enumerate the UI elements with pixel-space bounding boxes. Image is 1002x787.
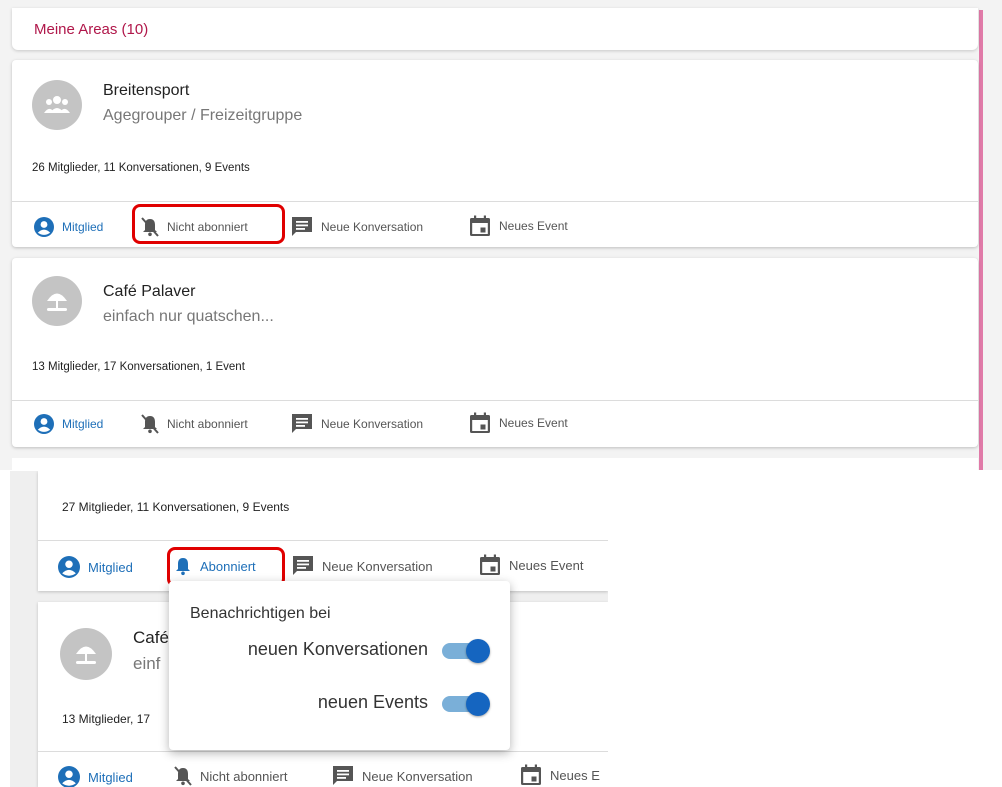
- new-conversation-label: Neue Konversation: [322, 558, 433, 574]
- subscription-highlight: [132, 204, 285, 244]
- card-divider: [38, 540, 608, 541]
- notifications-off-icon: [141, 414, 159, 434]
- subscription-label: Nicht abonniert: [200, 768, 288, 784]
- new-conversation-label: Neue Konversation: [362, 768, 473, 784]
- area-stats: 27 Mitglieder, 11 Konversationen, 9 Even…: [62, 500, 290, 514]
- message-icon: [292, 555, 314, 577]
- popup-title: Benachrichtigen bei: [190, 605, 331, 622]
- area-title[interactable]: Breitensport: [103, 82, 189, 100]
- new-event-label: Neues Event: [499, 416, 568, 430]
- account-circle-icon: [58, 766, 80, 787]
- new-conversation-button[interactable]: Neue Konversation: [332, 765, 473, 787]
- new-conversation-label: Neue Konversation: [321, 417, 424, 431]
- area-card-partial: [12, 458, 978, 470]
- new-event-label: Neues Event: [509, 557, 584, 573]
- new-event-button[interactable]: Neues E: [520, 764, 600, 786]
- toggle-label: neuen Konversationen: [247, 639, 428, 659]
- subscription-button[interactable]: Nicht abonniert: [174, 766, 287, 786]
- area-stats: 13 Mitglieder, 17 Konversationen, 1 Even…: [32, 361, 245, 373]
- message-icon: [291, 216, 313, 238]
- new-event-button[interactable]: Neues Event: [469, 412, 568, 434]
- member-button[interactable]: Mitglied: [58, 766, 133, 787]
- toggle-knob: [466, 691, 490, 716]
- toggle-row-conversations: neuen Konversationen: [247, 638, 490, 663]
- member-label: Mitglied: [88, 559, 133, 575]
- events-toggle[interactable]: [440, 691, 490, 716]
- calendar-icon: [469, 412, 491, 434]
- area-actions: Mitglied Nicht abonniert Neue Konversati…: [12, 401, 978, 447]
- scroll-indicator: [979, 10, 983, 470]
- zoom-area-card[interactable]: 27 Mitglieder, 11 Konversationen, 9 Even…: [38, 471, 608, 591]
- toggle-row-events: neuen Events: [317, 691, 490, 716]
- new-event-button[interactable]: Neues Event: [479, 554, 583, 576]
- toggle-knob: [466, 638, 490, 663]
- member-label: Mitglied: [62, 417, 104, 431]
- area-card-cafe-palaver[interactable]: Café Palaver einfach nur quatschen... 13…: [12, 258, 978, 447]
- toggle-label: neuen Events: [317, 692, 428, 712]
- member-button[interactable]: Mitglied: [34, 414, 103, 434]
- new-conversation-button[interactable]: Neue Konversation: [291, 413, 423, 435]
- area-subtitle: einfach nur quatschen...: [103, 308, 274, 325]
- calendar-icon: [520, 764, 542, 786]
- member-label: Mitglied: [88, 769, 133, 785]
- area-title[interactable]: Café Palaver: [103, 283, 196, 301]
- notifications-off-icon: [174, 766, 192, 786]
- message-icon: [291, 413, 313, 435]
- card-divider: [38, 751, 608, 752]
- area-subtitle: Agegrouper / Freizeitgruppe: [103, 107, 303, 124]
- member-button[interactable]: Mitglied: [34, 217, 103, 237]
- new-conversation-button[interactable]: Neue Konversation: [292, 555, 433, 577]
- areas-header: Meine Areas (10): [12, 8, 978, 50]
- area-stats: 26 Mitglieder, 11 Konversationen, 9 Even…: [32, 162, 250, 174]
- new-conversation-label: Neue Konversation: [321, 220, 424, 234]
- area-stats: 13 Mitglieder, 17: [62, 712, 151, 726]
- conversations-toggle[interactable]: [440, 638, 490, 663]
- account-circle-icon: [34, 414, 54, 434]
- account-circle-icon: [58, 556, 80, 578]
- account-circle-icon: [34, 217, 54, 237]
- new-event-label: Neues E: [550, 767, 600, 783]
- new-conversation-button[interactable]: Neue Konversation: [291, 216, 423, 238]
- subscription-button[interactable]: Nicht abonniert: [141, 414, 248, 434]
- new-event-button[interactable]: Neues Event: [469, 215, 568, 237]
- subscription-label: Nicht abonniert: [167, 417, 248, 431]
- areas-header-title: Meine Areas (10): [34, 21, 149, 38]
- notification-settings-popup: Benachrichtigen bei neuen Konversationen…: [169, 581, 510, 750]
- new-event-label: Neues Event: [499, 219, 568, 233]
- calendar-icon: [469, 215, 491, 237]
- area-title[interactable]: Café: [133, 628, 169, 648]
- group-icon: [32, 80, 82, 130]
- member-button[interactable]: Mitglied: [58, 556, 133, 578]
- message-icon: [332, 765, 354, 787]
- beach-umbrella-icon: [60, 628, 112, 680]
- member-label: Mitglied: [62, 220, 104, 234]
- area-subtitle: einf: [133, 654, 161, 673]
- calendar-icon: [479, 554, 501, 576]
- beach-umbrella-icon: [32, 276, 82, 326]
